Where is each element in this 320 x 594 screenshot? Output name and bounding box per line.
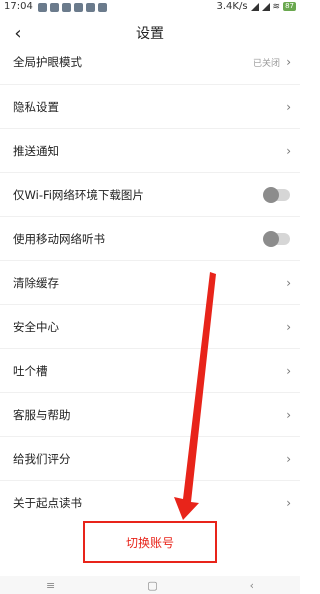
system-nav-bar: ≡ ▢ ‹ bbox=[0, 576, 300, 594]
arrow-shape bbox=[174, 272, 216, 520]
menu-icon[interactable]: ≡ bbox=[46, 579, 55, 592]
home-icon[interactable]: ▢ bbox=[147, 579, 157, 592]
annotation-arrow bbox=[174, 272, 216, 520]
back-icon[interactable]: ‹ bbox=[250, 579, 254, 592]
